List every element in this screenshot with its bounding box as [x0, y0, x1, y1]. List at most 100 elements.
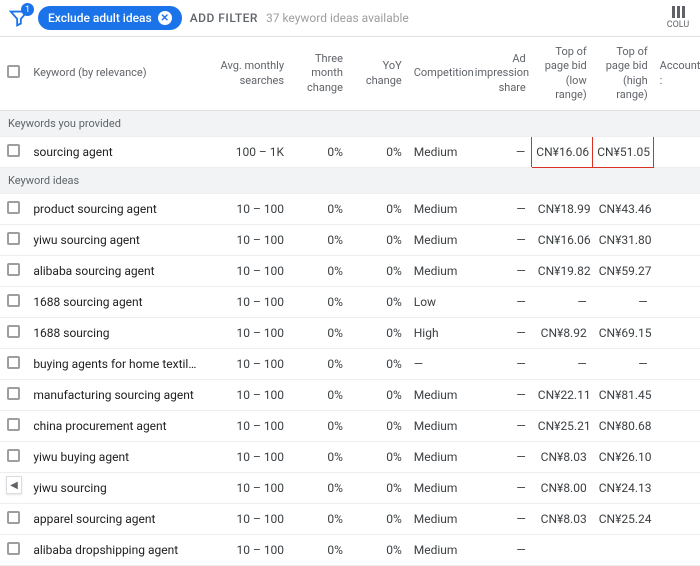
cell-yoy: 0% [349, 411, 408, 442]
cell-competition: Medium [408, 504, 469, 535]
close-icon[interactable]: ✕ [158, 11, 172, 25]
row-checkbox[interactable] [7, 294, 20, 307]
cell-three-month: 0% [290, 287, 349, 318]
cell-bid-high: CN¥69.15 [593, 318, 654, 349]
cell-impression-share: — [469, 504, 532, 535]
cell-yoy: 0% [349, 535, 408, 566]
cell-competition: Medium [408, 137, 469, 168]
cell-bid-high: CN¥80.68 [593, 411, 654, 442]
cell-avg: 10 – 100 [206, 504, 290, 535]
cell-bid-low: CN¥8.92 [532, 318, 593, 349]
cell-account [654, 137, 700, 168]
cell-avg: 10 – 100 [206, 380, 290, 411]
col-bid-high[interactable]: Top of page bid (high range) [593, 37, 654, 111]
cell-avg: 10 – 100 [206, 442, 290, 473]
cell-yoy: 0% [349, 504, 408, 535]
row-checkbox[interactable] [7, 356, 20, 369]
cell-three-month: 0% [290, 411, 349, 442]
select-all-checkbox[interactable] [7, 65, 20, 78]
row-checkbox[interactable] [7, 325, 20, 338]
filter-chip-label: Exclude adult ideas [48, 11, 152, 25]
cell-three-month: 0% [290, 473, 349, 504]
row-checkbox[interactable] [7, 263, 20, 276]
table-row[interactable]: yiwu sourcing agent10 – 1000%0%Medium—CN… [0, 225, 700, 256]
cell-avg: 10 – 100 [206, 318, 290, 349]
col-avg-searches[interactable]: Avg. monthly searches [206, 37, 290, 111]
section-header-label: Keyword ideas [0, 168, 700, 194]
columns-icon [664, 6, 692, 18]
cell-competition: Medium [408, 194, 469, 225]
cell-three-month: 0% [290, 256, 349, 287]
cell-yoy: 0% [349, 137, 408, 168]
cell-keyword: apparel sourcing agent [27, 504, 206, 535]
row-checkbox[interactable] [7, 144, 20, 157]
table-row[interactable]: yiwu sourcing10 – 1000%0%Medium—CN¥8.00C… [0, 473, 700, 504]
cell-account [654, 411, 700, 442]
col-competition[interactable]: Competition [408, 37, 469, 111]
cell-three-month: 0% [290, 349, 349, 380]
cell-three-month: 0% [290, 535, 349, 566]
col-three-month[interactable]: Three month change [290, 37, 349, 111]
cell-bid-low: — [532, 287, 593, 318]
row-checkbox[interactable] [7, 387, 20, 400]
columns-button[interactable]: COLU [664, 6, 692, 30]
table-row[interactable]: 1688 sourcing agent10 – 1000%0%Low——— [0, 287, 700, 318]
col-impression-share[interactable]: Ad impression share [469, 37, 532, 111]
cell-bid-low: CN¥25.21 [532, 411, 593, 442]
filter-count-badge: 1 [21, 3, 34, 16]
cell-yoy: 0% [349, 349, 408, 380]
cell-bid-high: CN¥31.80 [593, 225, 654, 256]
col-account[interactable]: Account : [654, 37, 700, 111]
cell-bid-high: — [593, 349, 654, 380]
section-header: Keywords you provided [0, 111, 700, 137]
row-checkbox[interactable] [7, 542, 20, 555]
filter-chip-exclude-adult[interactable]: Exclude adult ideas ✕ [38, 6, 182, 30]
cell-competition: Medium [408, 473, 469, 504]
col-keyword[interactable]: Keyword (by relevance) [27, 37, 206, 111]
cell-impression-share: — [469, 442, 532, 473]
funnel-icon[interactable]: 1 [8, 7, 30, 29]
previous-page-button[interactable]: ◀ [6, 476, 22, 494]
cell-account [654, 256, 700, 287]
table-row[interactable]: sourcing agent100 – 1K0%0%Medium—CN¥16.0… [0, 137, 700, 168]
cell-impression-share: — [469, 287, 532, 318]
row-checkbox[interactable] [7, 418, 20, 431]
table-row[interactable]: 1688 sourcing10 – 1000%0%High—CN¥8.92CN¥… [0, 318, 700, 349]
cell-yoy: 0% [349, 442, 408, 473]
cell-avg: 10 – 100 [206, 194, 290, 225]
col-bid-low[interactable]: Top of page bid (low range) [532, 37, 593, 111]
cell-avg: 10 – 100 [206, 225, 290, 256]
table-row[interactable]: alibaba dropshipping agent10 – 1000%0%Me… [0, 535, 700, 566]
cell-account [654, 318, 700, 349]
section-header: Keyword ideas [0, 168, 700, 194]
cell-bid-low: — [532, 349, 593, 380]
table-row[interactable]: product sourcing agent10 – 1000%0%Medium… [0, 194, 700, 225]
cell-yoy: 0% [349, 256, 408, 287]
cell-impression-share: — [469, 225, 532, 256]
section-header-label: Keywords you provided [0, 111, 700, 137]
cell-yoy: 0% [349, 287, 408, 318]
cell-bid-low: CN¥22.11 [532, 380, 593, 411]
cell-account [654, 473, 700, 504]
row-checkbox[interactable] [7, 511, 20, 524]
table-row[interactable]: apparel sourcing agent10 – 1000%0%Medium… [0, 504, 700, 535]
cell-yoy: 0% [349, 380, 408, 411]
table-row[interactable]: manufacturing sourcing agent10 – 1000%0%… [0, 380, 700, 411]
cell-account [654, 349, 700, 380]
cell-account [654, 535, 700, 566]
cell-impression-share: — [469, 535, 532, 566]
cell-keyword: 1688 sourcing [27, 318, 206, 349]
row-checkbox[interactable] [7, 232, 20, 245]
row-checkbox[interactable] [7, 449, 20, 462]
table-row[interactable]: china procurement agent10 – 1000%0%Mediu… [0, 411, 700, 442]
cell-account [654, 225, 700, 256]
add-filter-button[interactable]: ADD FILTER [190, 11, 258, 25]
table-row[interactable]: yiwu buying agent10 – 1000%0%Medium—CN¥8… [0, 442, 700, 473]
row-checkbox[interactable] [7, 201, 20, 214]
table-row[interactable]: buying agents for home textiles10 – 1000… [0, 349, 700, 380]
table-row[interactable]: alibaba sourcing agent10 – 1000%0%Medium… [0, 256, 700, 287]
cell-keyword: yiwu sourcing [27, 473, 206, 504]
col-yoy[interactable]: YoY change [349, 37, 408, 111]
cell-impression-share: — [469, 318, 532, 349]
cell-three-month: 0% [290, 194, 349, 225]
